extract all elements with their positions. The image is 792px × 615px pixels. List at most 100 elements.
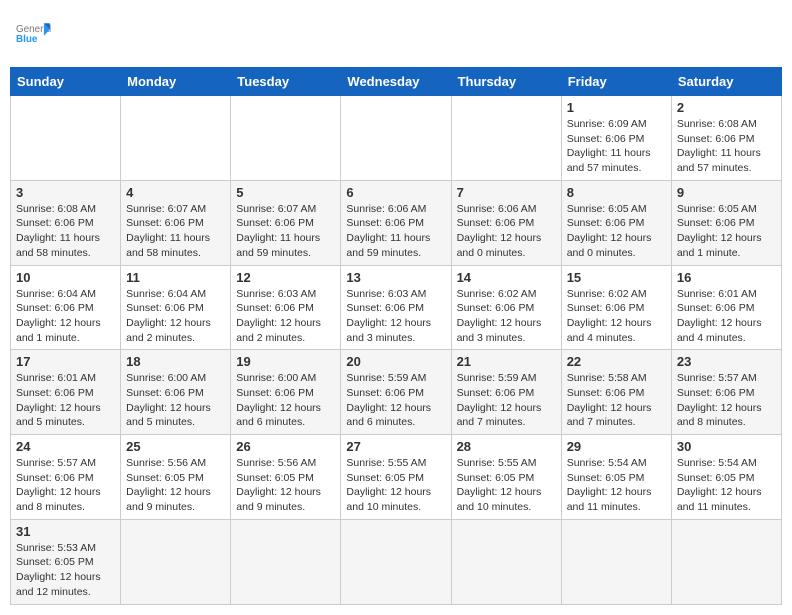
day-number: 5 — [236, 185, 335, 200]
calendar-day-cell: 26Sunrise: 5:56 AMSunset: 6:05 PMDayligh… — [231, 435, 341, 520]
day-number: 24 — [16, 439, 115, 454]
calendar-day-cell: 11Sunrise: 6:04 AMSunset: 6:06 PMDayligh… — [121, 265, 231, 350]
calendar-day-cell: 14Sunrise: 6:02 AMSunset: 6:06 PMDayligh… — [451, 265, 561, 350]
day-number: 1 — [567, 100, 666, 115]
day-number: 12 — [236, 270, 335, 285]
day-info: Sunrise: 6:05 AMSunset: 6:06 PMDaylight:… — [677, 202, 776, 261]
day-number: 25 — [126, 439, 225, 454]
day-info: Sunrise: 5:59 AMSunset: 6:06 PMDaylight:… — [346, 371, 445, 430]
calendar-day-cell: 4 Sunrise: 6:07 AMSunset: 6:06 PMDaylight… — [121, 180, 231, 265]
calendar-week-row: 3 Sunrise: 6:08 AMSunset: 6:06 PMDaylight… — [11, 180, 782, 265]
day-number: 30 — [677, 439, 776, 454]
day-number: 4 — [126, 185, 225, 200]
weekday-header-thursday: Thursday — [451, 68, 561, 96]
calendar-day-cell: 7 Sunrise: 6:06 AMSunset: 6:06 PMDaylight… — [451, 180, 561, 265]
day-info: Sunrise: 5:55 AMSunset: 6:05 PMDaylight:… — [457, 456, 556, 515]
day-number: 3 — [16, 185, 115, 200]
calendar-day-cell: 8 Sunrise: 6:05 AMSunset: 6:06 PMDaylight… — [561, 180, 671, 265]
day-info: Sunrise: 6:04 AMSunset: 6:06 PMDaylight:… — [16, 287, 115, 346]
day-number: 22 — [567, 354, 666, 369]
day-info: Sunrise: 5:53 AMSunset: 6:05 PMDaylight:… — [16, 541, 115, 600]
day-info: Sunrise: 6:09 AMSunset: 6:06 PMDaylight:… — [567, 117, 666, 176]
day-number: 26 — [236, 439, 335, 454]
calendar-day-cell: 21 Sunrise: 5:59 AMSunset: 6:06 PMDayligh… — [451, 350, 561, 435]
day-info: Sunrise: 6:00 AMSunset: 6:06 PMDaylight:… — [126, 371, 225, 430]
day-number: 29 — [567, 439, 666, 454]
calendar-day-cell: 18 Sunrise: 6:00 AMSunset: 6:06 PMDayligh… — [121, 350, 231, 435]
weekday-header-friday: Friday — [561, 68, 671, 96]
day-number: 8 — [567, 185, 666, 200]
day-number: 21 — [457, 354, 556, 369]
day-number: 27 — [346, 439, 445, 454]
header: General Blue — [10, 10, 782, 59]
weekday-header-wednesday: Wednesday — [341, 68, 451, 96]
day-info: Sunrise: 5:54 AMSunset: 6:05 PMDaylight:… — [567, 456, 666, 515]
day-info: Sunrise: 5:57 AMSunset: 6:06 PMDaylight:… — [16, 456, 115, 515]
calendar-day-cell: 5Sunrise: 6:07 AMSunset: 6:06 PMDaylight… — [231, 180, 341, 265]
calendar-week-row: 10 Sunrise: 6:04 AMSunset: 6:06 PMDayligh… — [11, 265, 782, 350]
calendar-day-cell — [121, 96, 231, 181]
day-info: Sunrise: 6:06 AMSunset: 6:06 PMDaylight:… — [457, 202, 556, 261]
day-number: 19 — [236, 354, 335, 369]
day-info: Sunrise: 6:06 AMSunset: 6:06 PMDaylight:… — [346, 202, 445, 261]
day-number: 18 — [126, 354, 225, 369]
day-info: Sunrise: 5:55 AMSunset: 6:05 PMDaylight:… — [346, 456, 445, 515]
day-info: Sunrise: 6:05 AMSunset: 6:06 PMDaylight:… — [567, 202, 666, 261]
calendar-day-cell: 3 Sunrise: 6:08 AMSunset: 6:06 PMDaylight… — [11, 180, 121, 265]
calendar-day-cell — [341, 519, 451, 604]
day-number: 2 — [677, 100, 776, 115]
calendar-day-cell: 31 Sunrise: 5:53 AMSunset: 6:05 PMDayligh… — [11, 519, 121, 604]
weekday-header-monday: Monday — [121, 68, 231, 96]
calendar-week-row: 24 Sunrise: 5:57 AMSunset: 6:06 PMDayligh… — [11, 435, 782, 520]
page-container: General Blue SundayMondayTuesdayWednesda… — [10, 10, 782, 605]
day-info: Sunrise: 5:59 AMSunset: 6:06 PMDaylight:… — [457, 371, 556, 430]
calendar-day-cell: 19 Sunrise: 6:00 AMSunset: 6:06 PMDayligh… — [231, 350, 341, 435]
day-info: Sunrise: 6:02 AMSunset: 6:06 PMDaylight:… — [457, 287, 556, 346]
day-info: Sunrise: 5:54 AMSunset: 6:05 PMDaylight:… — [677, 456, 776, 515]
day-number: 6 — [346, 185, 445, 200]
calendar-day-cell: 24 Sunrise: 5:57 AMSunset: 6:06 PMDayligh… — [11, 435, 121, 520]
day-number: 11 — [126, 270, 225, 285]
calendar-day-cell — [11, 96, 121, 181]
day-info: Sunrise: 6:08 AMSunset: 6:06 PMDaylight:… — [677, 117, 776, 176]
day-number: 7 — [457, 185, 556, 200]
day-number: 28 — [457, 439, 556, 454]
day-info: Sunrise: 6:00 AMSunset: 6:06 PMDaylight:… — [236, 371, 335, 430]
calendar-day-cell — [231, 519, 341, 604]
day-number: 9 — [677, 185, 776, 200]
logo-text: General Blue — [14, 18, 52, 51]
calendar-day-cell — [561, 519, 671, 604]
logo: General Blue — [14, 18, 52, 51]
day-info: Sunrise: 6:02 AMSunset: 6:06 PMDaylight:… — [567, 287, 666, 346]
calendar-day-cell — [341, 96, 451, 181]
svg-text:Blue: Blue — [16, 34, 38, 45]
day-info: Sunrise: 5:56 AMSunset: 6:05 PMDaylight:… — [126, 456, 225, 515]
calendar-day-cell: 6 Sunrise: 6:06 AMSunset: 6:06 PMDaylight… — [341, 180, 451, 265]
calendar-day-cell: 12 Sunrise: 6:03 AMSunset: 6:06 PMDayligh… — [231, 265, 341, 350]
calendar-day-cell — [671, 519, 781, 604]
calendar-week-row: 31 Sunrise: 5:53 AMSunset: 6:05 PMDayligh… — [11, 519, 782, 604]
weekday-header-sunday: Sunday — [11, 68, 121, 96]
day-info: Sunrise: 6:08 AMSunset: 6:06 PMDaylight:… — [16, 202, 115, 261]
calendar-day-cell: 17Sunrise: 6:01 AMSunset: 6:06 PMDayligh… — [11, 350, 121, 435]
calendar-day-cell — [231, 96, 341, 181]
calendar-day-cell: 9 Sunrise: 6:05 AMSunset: 6:06 PMDaylight… — [671, 180, 781, 265]
calendar-day-cell: 16Sunrise: 6:01 AMSunset: 6:06 PMDayligh… — [671, 265, 781, 350]
day-number: 20 — [346, 354, 445, 369]
calendar-day-cell: 1 Sunrise: 6:09 AMSunset: 6:06 PMDaylight… — [561, 96, 671, 181]
weekday-header-tuesday: Tuesday — [231, 68, 341, 96]
day-info: Sunrise: 6:03 AMSunset: 6:06 PMDaylight:… — [236, 287, 335, 346]
day-number: 10 — [16, 270, 115, 285]
day-number: 13 — [346, 270, 445, 285]
day-info: Sunrise: 6:01 AMSunset: 6:06 PMDaylight:… — [16, 371, 115, 430]
calendar-day-cell — [451, 519, 561, 604]
day-number: 23 — [677, 354, 776, 369]
day-number: 16 — [677, 270, 776, 285]
calendar-table: SundayMondayTuesdayWednesdayThursdayFrid… — [10, 67, 782, 605]
day-number: 31 — [16, 524, 115, 539]
calendar-day-cell: 15Sunrise: 6:02 AMSunset: 6:06 PMDayligh… — [561, 265, 671, 350]
calendar-week-row: 1 Sunrise: 6:09 AMSunset: 6:06 PMDaylight… — [11, 96, 782, 181]
day-info: Sunrise: 6:07 AMSunset: 6:06 PMDaylight:… — [126, 202, 225, 261]
day-info: Sunrise: 6:03 AMSunset: 6:06 PMDaylight:… — [346, 287, 445, 346]
weekday-header-row: SundayMondayTuesdayWednesdayThursdayFrid… — [11, 68, 782, 96]
